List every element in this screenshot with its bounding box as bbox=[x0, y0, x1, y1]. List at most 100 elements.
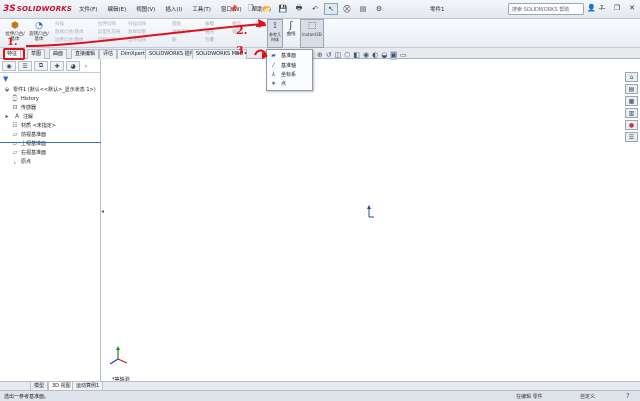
feature-tree: ⬙ 零件1 (默认<<默认>_显示状态 1>) ⌚ History ⊡ 传感器 … bbox=[3, 85, 99, 166]
model-tabs: 模型 3D 视图 运动算例1 bbox=[0, 381, 640, 391]
previous-view-icon[interactable]: ↺ bbox=[326, 51, 332, 60]
options-icon[interactable]: ⚙ bbox=[372, 3, 386, 15]
tree-item[interactable]: ▱ 前视基准面 bbox=[3, 130, 99, 139]
tree-item[interactable]: ☷ 材质 <未指定> bbox=[3, 121, 99, 130]
close-icon[interactable]: ✕ bbox=[626, 2, 638, 14]
select-icon[interactable]: ↖ bbox=[324, 3, 338, 15]
instant3d-button[interactable]: ⬚ Instant3D bbox=[300, 19, 324, 48]
sweep-cut-button[interactable]: 扫描切除 bbox=[128, 21, 146, 27]
view-palette-icon[interactable]: ▥ bbox=[625, 108, 638, 118]
tab-surfaces[interactable]: 曲面 bbox=[49, 49, 68, 59]
status-bar: 选出一参考基准面。 在编辑 零件 自定义 ? bbox=[0, 390, 640, 401]
annotation-box bbox=[3, 48, 25, 60]
annotation-step-3: 3. bbox=[236, 44, 248, 57]
menu-insert[interactable]: 插入(I) bbox=[160, 5, 187, 13]
origin-icon: ⌞ bbox=[13, 158, 17, 165]
save-icon[interactable]: 💾 bbox=[276, 3, 290, 15]
display-style-icon[interactable]: ◧ bbox=[353, 51, 360, 60]
boundary-boss-button[interactable]: 边界凸台/基体 bbox=[55, 37, 84, 43]
loft-cut-button[interactable]: 放样切割 bbox=[128, 29, 146, 35]
apply-scene-icon[interactable]: ◒ bbox=[381, 51, 387, 60]
sweep-button[interactable]: 扫描 bbox=[55, 21, 64, 27]
expand-icon[interactable]: ▸ bbox=[3, 113, 11, 120]
hole-wizard-button[interactable]: 异型孔向导 bbox=[98, 29, 121, 35]
tree-item[interactable]: ⌚ History bbox=[3, 94, 99, 103]
panel-splitter-icon[interactable]: ◂ bbox=[101, 208, 104, 215]
menu-item-point[interactable]: ∗ 点 bbox=[269, 80, 286, 87]
undo-icon[interactable]: ↶ bbox=[308, 3, 322, 15]
display-manager-icon[interactable]: ◕ bbox=[66, 61, 80, 71]
appearances-icon[interactable]: ● bbox=[625, 120, 638, 130]
extrude-cut-button[interactable]: 拉伸切除 bbox=[98, 21, 116, 27]
menu-item-plane[interactable]: ▰ 基准面 bbox=[269, 52, 296, 59]
tree-item[interactable]: ⊡ 传感器 bbox=[3, 103, 99, 112]
draft-button[interactable]: 拔模 bbox=[205, 21, 214, 27]
feature-manager-panel: ◉ ☰ ⧉ ✚ ◕ › ▼ ⬙ 零件1 (默认<<默认>_显示状态 1>) ⌚ … bbox=[0, 59, 101, 381]
extrude-icon: ⬢ bbox=[11, 20, 19, 31]
menu-item-coordinate-system[interactable]: ⅄ 坐标系 bbox=[269, 71, 296, 78]
hide-show-icon[interactable]: ◉ bbox=[363, 51, 369, 60]
feature-tree-icon[interactable]: ◉ bbox=[2, 61, 16, 71]
tab-direct-editing[interactable]: 直接编辑 bbox=[71, 49, 100, 59]
tree-item[interactable]: ▱ 右视基准面 bbox=[3, 148, 99, 157]
menu-tools[interactable]: 工具(T) bbox=[187, 5, 216, 13]
feature-manager-tabs: ◉ ☰ ⧉ ✚ ◕ › bbox=[0, 59, 101, 73]
solidworks-logo[interactable]: 3S SOLIDWORKS bbox=[3, 3, 72, 15]
zoom-area-icon[interactable]: ⊕ bbox=[317, 51, 323, 60]
resources-icon[interactable]: ⌂ bbox=[625, 72, 638, 82]
view-orientation-icon[interactable]: ⬡ bbox=[344, 51, 350, 60]
reference-geometry-menu: ▰ 基准面 ⁄ 基准轴 ⅄ 坐标系 ∗ 点 bbox=[266, 49, 313, 91]
menu-item-axis[interactable]: ⁄ 基准轴 bbox=[269, 62, 296, 69]
fillet-button[interactable]: 圆角 bbox=[172, 21, 181, 27]
help-icon[interactable]: ? bbox=[626, 392, 630, 400]
tree-item[interactable]: ⌞ 原点 bbox=[3, 157, 99, 166]
wrap-button[interactable]: 包覆 bbox=[205, 37, 214, 43]
restore-icon[interactable]: ❐ bbox=[611, 2, 623, 14]
rib-button[interactable]: 筋 bbox=[172, 37, 177, 43]
help-search-input[interactable]: 搜索 SOLIDWORKS 帮助 bbox=[508, 3, 584, 15]
revolve-boss-button[interactable]: ◔ 旋转凸台/基体 bbox=[28, 20, 50, 42]
print-icon[interactable]: 🖶 bbox=[292, 3, 306, 15]
tab-evaluate[interactable]: 评估 bbox=[99, 49, 118, 59]
new-icon[interactable]: 🗋 bbox=[244, 3, 258, 15]
shell-button[interactable]: 抽壳 bbox=[205, 29, 214, 35]
view-settings-icon[interactable]: ▣ bbox=[390, 51, 397, 60]
file-properties-icon[interactable]: ▤ bbox=[356, 3, 370, 15]
rebuild-icon[interactable]: ⛒ bbox=[340, 3, 354, 15]
linear-pattern-button[interactable]: 线性阵列 bbox=[172, 29, 190, 35]
boundary-cut-button[interactable]: 边界切除 bbox=[128, 37, 146, 43]
tab-sketch[interactable]: 草图 bbox=[27, 49, 46, 59]
annotation-icon: A bbox=[14, 113, 20, 120]
custom-properties-icon[interactable]: ☰ bbox=[625, 132, 638, 142]
menu-view[interactable]: 视图(V) bbox=[131, 5, 160, 13]
config-manager-icon[interactable]: ⧉ bbox=[34, 61, 48, 71]
loft-button[interactable]: 放样凸台/基体 bbox=[55, 29, 84, 35]
tree-root[interactable]: ⬙ 零件1 (默认<<默认>_显示状态 1>) bbox=[3, 85, 99, 94]
property-manager-icon[interactable]: ☰ bbox=[18, 61, 32, 71]
pin-icon[interactable]: 📌 bbox=[229, 5, 238, 13]
dimxpert-manager-icon[interactable]: ✚ bbox=[50, 61, 64, 71]
menu-file[interactable]: 文件(F) bbox=[74, 5, 102, 13]
minimize-icon[interactable]: — bbox=[596, 2, 608, 14]
unit-system[interactable]: 自定义 bbox=[580, 393, 595, 400]
revolve-cut-button[interactable]: 旋转切除 bbox=[98, 37, 116, 43]
plane-icon: ▱ bbox=[12, 131, 18, 138]
tree-item[interactable]: ▸ A 注解 bbox=[3, 112, 99, 121]
material-icon: ☷ bbox=[12, 122, 18, 129]
panel-arrow-icon[interactable]: › bbox=[82, 61, 90, 71]
filter-icon[interactable]: ▼ bbox=[3, 75, 8, 83]
file-explorer-icon[interactable]: ▦ bbox=[625, 96, 638, 106]
status-message: 选出一参考基准面。 bbox=[4, 394, 50, 400]
tab-addins[interactable]: SOLIDWORKS 插件 bbox=[145, 49, 199, 59]
reference-geometry-button[interactable]: ⟟ 参考几何体 bbox=[267, 19, 283, 48]
instant3d-icon: ⬚ bbox=[307, 20, 317, 31]
section-view-icon[interactable]: ◫ bbox=[335, 51, 342, 60]
edit-appearance-icon[interactable]: ◐ bbox=[372, 51, 378, 60]
tree-item[interactable]: ▱ 上视基准面 bbox=[3, 139, 99, 148]
display-monitor-icon[interactable]: ▭ bbox=[400, 51, 407, 60]
curves-button[interactable]: ʃ 曲线 bbox=[285, 20, 297, 37]
design-library-icon[interactable]: ▤ bbox=[625, 84, 638, 94]
open-icon[interactable]: 📂 bbox=[260, 3, 274, 15]
user-icon[interactable]: 👤 bbox=[587, 4, 596, 12]
menu-edit[interactable]: 编辑(E) bbox=[102, 5, 131, 13]
